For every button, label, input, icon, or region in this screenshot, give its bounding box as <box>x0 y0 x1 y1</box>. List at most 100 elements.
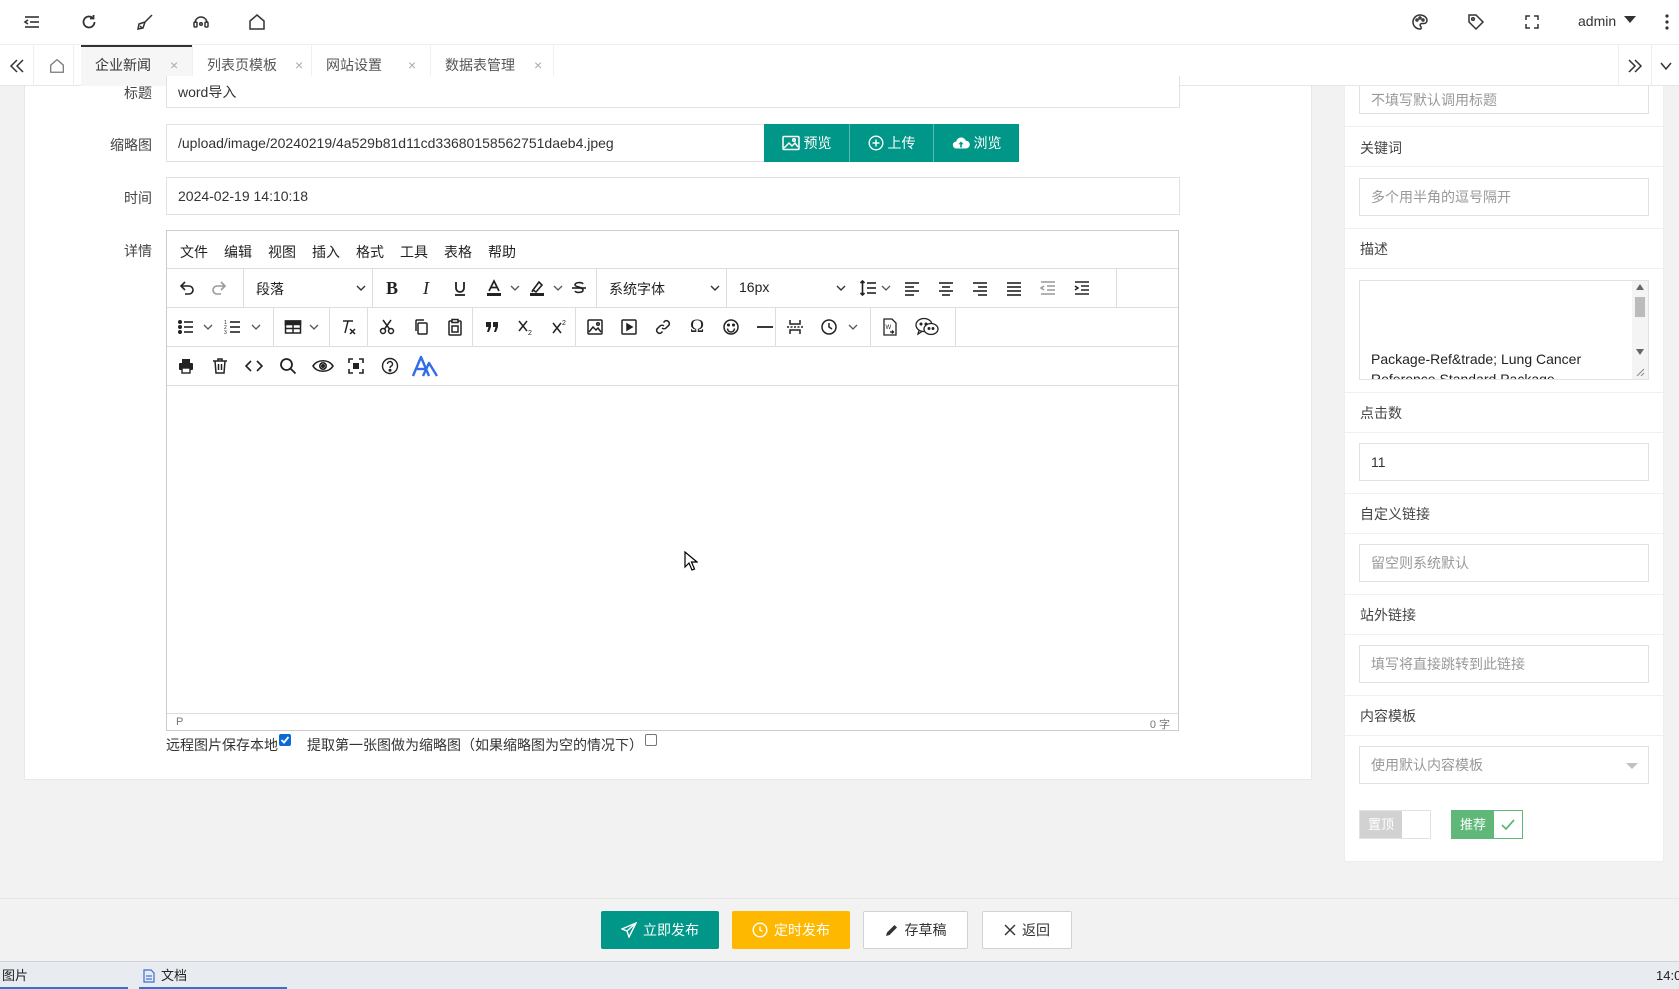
chevron-down-icon <box>356 285 366 291</box>
upload-button[interactable]: 上传 <box>850 124 934 162</box>
text-color-icon[interactable] <box>484 278 504 298</box>
indent-icon[interactable] <box>1072 278 1092 298</box>
recommend-toggle[interactable]: 推荐 <box>1451 810 1524 839</box>
custom-link-input[interactable]: 留空则系统默认 <box>1359 544 1649 582</box>
menu-table[interactable]: 表格 <box>444 242 472 262</box>
search-icon[interactable] <box>278 356 298 376</box>
editor-content-area[interactable] <box>167 387 1178 712</box>
copy-icon[interactable] <box>411 317 431 337</box>
table-icon[interactable] <box>283 317 303 337</box>
pin-top-toggle[interactable]: 置顶 <box>1359 810 1432 839</box>
special-char-icon[interactable]: Ω <box>687 316 707 337</box>
refresh-icon[interactable] <box>79 12 99 32</box>
thumbnail-input[interactable]: /upload/image/20240219/4a529b81d11cd3368… <box>166 124 766 162</box>
wechat-icon[interactable] <box>914 317 940 337</box>
external-link-input[interactable]: 填写将直接跳转到此链接 <box>1359 645 1649 683</box>
browse-button[interactable]: 浏览 <box>934 124 1019 162</box>
bold-icon[interactable]: B <box>382 278 402 298</box>
save-remote-images-checkbox[interactable] <box>279 734 291 746</box>
clear-format-icon[interactable] <box>339 317 359 337</box>
align-right-icon[interactable] <box>970 278 990 298</box>
align-justify-icon[interactable] <box>1004 278 1024 298</box>
numbered-list-icon[interactable]: 123 <box>223 317 243 337</box>
hits-input[interactable]: 11 <box>1359 443 1649 481</box>
preview-button[interactable]: 预览 <box>764 124 850 162</box>
help-icon[interactable] <box>380 356 400 376</box>
menu-view[interactable]: 视图 <box>268 242 296 262</box>
highlight-icon[interactable] <box>527 278 547 298</box>
block-format-select[interactable]: 段落 <box>244 269 373 307</box>
extract-thumbnail-checkbox[interactable] <box>645 734 657 746</box>
publish-button[interactable]: 立即发布 <box>601 911 719 949</box>
description-scrollbar[interactable] <box>1632 281 1648 379</box>
image-icon[interactable] <box>585 317 605 337</box>
save-draft-button[interactable]: 存草稿 <box>863 911 968 949</box>
taskbar-item-documents[interactable]: 文档 <box>139 962 291 989</box>
time-input[interactable]: 2024-02-19 14:10:18 <box>166 177 1180 215</box>
tag-icon[interactable] <box>1466 12 1486 32</box>
underline-icon[interactable] <box>450 278 470 298</box>
brush-icon[interactable] <box>135 12 155 32</box>
strikethrough-icon[interactable] <box>569 278 589 298</box>
delete-icon[interactable] <box>210 356 230 376</box>
headset-icon[interactable] <box>191 12 211 32</box>
menu-format[interactable]: 格式 <box>356 242 384 262</box>
line-height-icon[interactable] <box>858 278 878 298</box>
tabs-dropdown-icon[interactable] <box>1652 45 1679 86</box>
undo-icon[interactable] <box>176 278 196 298</box>
seo-title-input[interactable]: 不填写默认调用标题 <box>1359 86 1649 114</box>
cut-icon[interactable] <box>377 317 397 337</box>
source-code-icon[interactable] <box>244 356 264 376</box>
element-path[interactable]: P <box>176 716 183 728</box>
blockquote-icon[interactable] <box>482 317 502 337</box>
back-button[interactable]: 返回 <box>982 911 1072 949</box>
bullet-list-icon[interactable] <box>176 317 196 337</box>
word-count[interactable]: 0 字 <box>1150 716 1170 732</box>
link-icon[interactable] <box>653 317 673 337</box>
superscript-icon[interactable]: 2 <box>550 317 570 337</box>
schedule-publish-button[interactable]: 定时发布 <box>732 911 850 949</box>
taskbar-item-images[interactable]: 图片 <box>0 962 130 989</box>
media-icon[interactable] <box>619 317 639 337</box>
detail-label: 详情 <box>124 243 152 259</box>
menu-help[interactable]: 帮助 <box>488 242 516 262</box>
menu-fold-icon[interactable] <box>22 12 42 32</box>
font-family-select[interactable]: 系统字体 <box>597 269 727 307</box>
align-center-icon[interactable] <box>936 278 956 298</box>
rich-text-editor: 文件 编辑 视图 插入 格式 工具 表格 帮助 段落 B I 系统字体 16px… <box>166 230 1179 731</box>
content-template-select[interactable]: 使用默认内容模板 <box>1359 746 1649 784</box>
menu-file[interactable]: 文件 <box>180 242 208 262</box>
description-textarea[interactable]: Package-Ref&trade; Lung Cancer Reference … <box>1359 280 1649 380</box>
outdent-icon[interactable] <box>1038 278 1058 298</box>
horizontal-rule-icon[interactable] <box>755 317 775 337</box>
subscript-icon[interactable]: 2 <box>516 317 536 337</box>
caret-down-icon[interactable] <box>1624 16 1636 23</box>
tabs-prev-icon[interactable] <box>0 45 34 86</box>
taskbar-clock[interactable]: 14:0 <box>1656 962 1679 989</box>
paste-icon[interactable] <box>445 317 465 337</box>
keywords-input[interactable]: 多个用半角的逗号隔开 <box>1359 178 1649 216</box>
print-icon[interactable] <box>176 356 196 376</box>
font-size-select[interactable]: 16px <box>727 269 853 307</box>
align-left-icon[interactable] <box>902 278 922 298</box>
word-import-icon[interactable]: W <box>880 317 900 337</box>
fullscreen-icon[interactable] <box>346 356 366 376</box>
menu-edit[interactable]: 编辑 <box>224 242 252 262</box>
theme-icon[interactable] <box>1410 12 1430 32</box>
more-vertical-icon[interactable] <box>1664 12 1670 32</box>
tabs-next-icon[interactable] <box>1618 45 1652 86</box>
redo-icon[interactable] <box>210 278 230 298</box>
menu-insert[interactable]: 插入 <box>312 242 340 262</box>
title-input[interactable]: word导入 <box>166 76 1180 108</box>
ai-assistant-icon[interactable] <box>412 355 438 377</box>
user-menu[interactable]: admin <box>1578 13 1616 29</box>
home-icon[interactable] <box>247 12 267 32</box>
emoji-icon[interactable] <box>721 317 741 337</box>
fullscreen-icon[interactable] <box>1522 12 1542 32</box>
tab-home-icon[interactable] <box>40 45 74 86</box>
preview-icon[interactable] <box>312 356 334 376</box>
menu-tools[interactable]: 工具 <box>400 242 428 262</box>
datetime-icon[interactable] <box>819 317 839 337</box>
page-break-icon[interactable] <box>785 317 805 337</box>
italic-icon[interactable]: I <box>416 278 436 298</box>
